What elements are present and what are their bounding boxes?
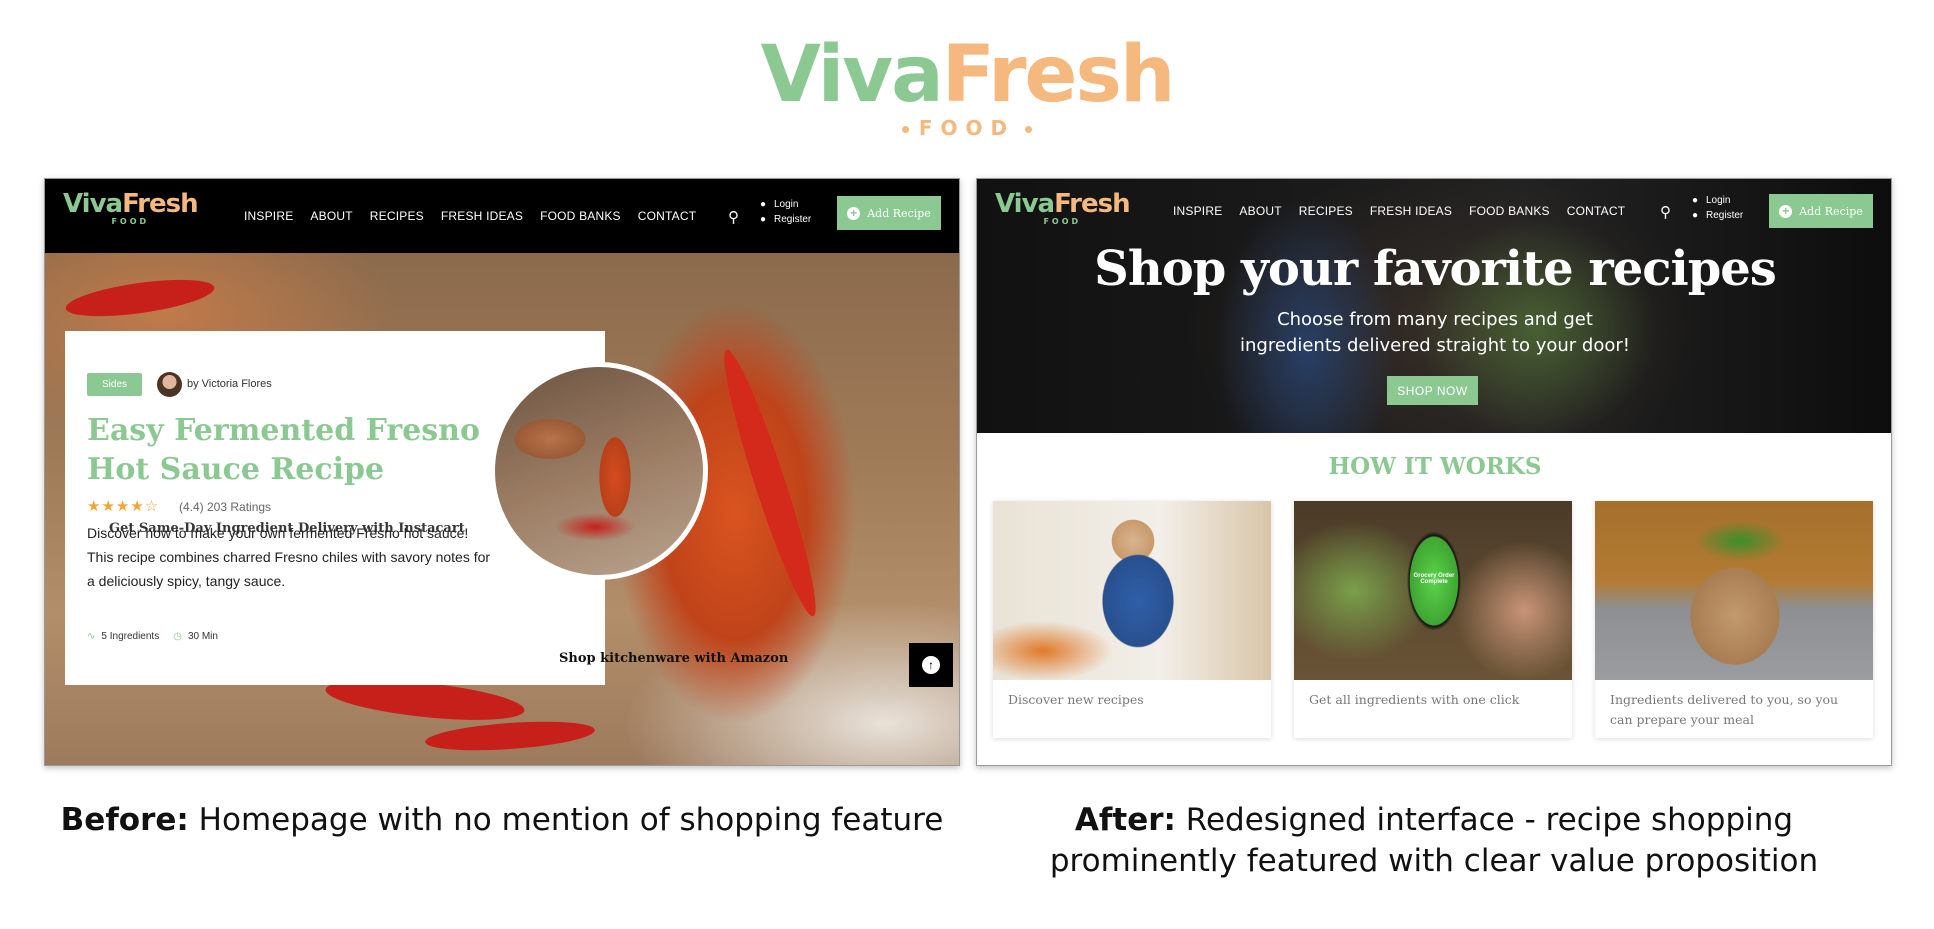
step-card-delivered[interactable]: Ingredients delivered to you, so you can…: [1595, 501, 1873, 738]
hero-subtitle: Choose from many recipes and get ingredi…: [1240, 309, 1630, 356]
register-link[interactable]: ● Register: [1692, 208, 1743, 223]
step-caption: Get all ingredients with one click: [1309, 692, 1520, 707]
nav-link-fresh-ideas[interactable]: FRESH IDEAS: [441, 209, 523, 223]
phone-screen-text: Grocery Order Complete: [1413, 573, 1455, 585]
step-caption: Ingredients delivered to you, so you can…: [1610, 692, 1839, 727]
nav-link-about[interactable]: ABOUT: [1239, 204, 1281, 218]
after-caption: After: Redesigned interface - recipe sho…: [1049, 802, 1819, 879]
add-recipe-button[interactable]: + Add Recipe: [1769, 194, 1873, 228]
nav-link-contact[interactable]: CONTACT: [1567, 204, 1626, 218]
before-caption: Before: Homepage with no mention of shop…: [60, 802, 944, 838]
cook-time: ◷ 30 Min: [173, 631, 218, 642]
register-link[interactable]: ● Register: [760, 212, 811, 227]
nav-link-about[interactable]: ABOUT: [310, 209, 352, 223]
nav-logo[interactable]: VivaFresh FOOD: [63, 191, 199, 226]
user-icon: ●: [760, 199, 767, 210]
author-avatar: [157, 372, 182, 397]
brand-food: FOOD: [918, 116, 1016, 140]
step-image-grocery-phone: Grocery Order Complete: [1294, 501, 1572, 680]
nav-link-inspire[interactable]: INSPIRE: [244, 209, 293, 223]
category-tag[interactable]: Sides: [87, 373, 142, 396]
recipe-thumbnail-image: [490, 362, 708, 580]
ingredients-icon: ∿: [87, 631, 96, 642]
step-card-discover[interactable]: Discover new recipes: [993, 501, 1271, 738]
nav-logo[interactable]: VivaFresh FOOD: [995, 191, 1131, 226]
after-screenshot: VivaFresh FOOD INSPIRE ABOUT RECIPES FRES…: [976, 178, 1892, 766]
author-name[interactable]: by Victoria Flores: [187, 378, 272, 390]
recipe-title[interactable]: Easy Fermented Fresno Hot Sauce Recipe: [87, 411, 487, 489]
scroll-to-top-button[interactable]: ↑: [909, 643, 953, 687]
shop-kitchenware-link[interactable]: Shop kitchenware with Amazon: [559, 651, 788, 666]
search-icon[interactable]: ⚲: [728, 208, 739, 226]
user-icon: ●: [1692, 195, 1699, 206]
nav-link-recipes[interactable]: RECIPES: [370, 209, 424, 223]
instacart-overlay-text[interactable]: Get Same-Day Ingredient Delivery with In…: [109, 521, 465, 536]
login-link[interactable]: ● Login: [1692, 193, 1743, 208]
brand-viva: Viva: [760, 30, 944, 120]
plus-icon: +: [847, 206, 861, 220]
plus-icon: +: [1779, 204, 1793, 218]
step-caption: Discover new recipes: [1008, 692, 1144, 707]
top-nav: VivaFresh FOOD INSPIRE ABOUT RECIPES FRES…: [977, 179, 1891, 243]
nav-link-food-banks[interactable]: FOOD BANKS: [1469, 204, 1550, 218]
nav-link-contact[interactable]: CONTACT: [638, 209, 697, 223]
rating-count: (4.4) 203 Ratings: [179, 500, 272, 514]
ingredients-count: ∿ 5 Ingredients: [87, 631, 160, 642]
step-image-woman-phone: [993, 501, 1271, 680]
search-icon[interactable]: ⚲: [1660, 203, 1671, 221]
brand-fresh: Fresh: [941, 30, 1176, 120]
nav-link-fresh-ideas[interactable]: FRESH IDEAS: [1370, 204, 1452, 218]
clock-icon: ◷: [173, 631, 182, 642]
arrow-up-icon: ↑: [922, 656, 940, 674]
step-card-one-click[interactable]: Grocery Order Complete Get all ingredien…: [1294, 501, 1572, 738]
how-it-works-heading: HOW IT WORKS: [1328, 453, 1542, 480]
step-image-grocery-bag: [1595, 501, 1873, 680]
nav-link-food-banks[interactable]: FOOD BANKS: [540, 209, 621, 223]
shop-now-button[interactable]: SHOP NOW: [1387, 376, 1478, 405]
before-screenshot: VivaFresh FOOD INSPIRE ABOUT RECIPES FRES…: [44, 178, 960, 766]
hero-title: Shop your favorite recipes: [1094, 241, 1777, 297]
add-recipe-button[interactable]: + Add Recipe: [837, 196, 941, 230]
user-plus-icon: ●: [760, 214, 767, 225]
brand-logo: VivaFresh FOOD: [0, 36, 1934, 140]
nav-link-recipes[interactable]: RECIPES: [1299, 204, 1353, 218]
user-plus-icon: ●: [1692, 210, 1699, 221]
rating-stars: ★★★★☆: [87, 498, 160, 515]
comparison-page: VivaFresh FOOD VivaFresh FOOD INSPIRE ABO…: [0, 0, 1934, 929]
login-link[interactable]: ● Login: [760, 197, 811, 212]
nav-link-inspire[interactable]: INSPIRE: [1173, 204, 1222, 218]
top-nav: VivaFresh FOOD INSPIRE ABOUT RECIPES FRES…: [45, 179, 959, 253]
